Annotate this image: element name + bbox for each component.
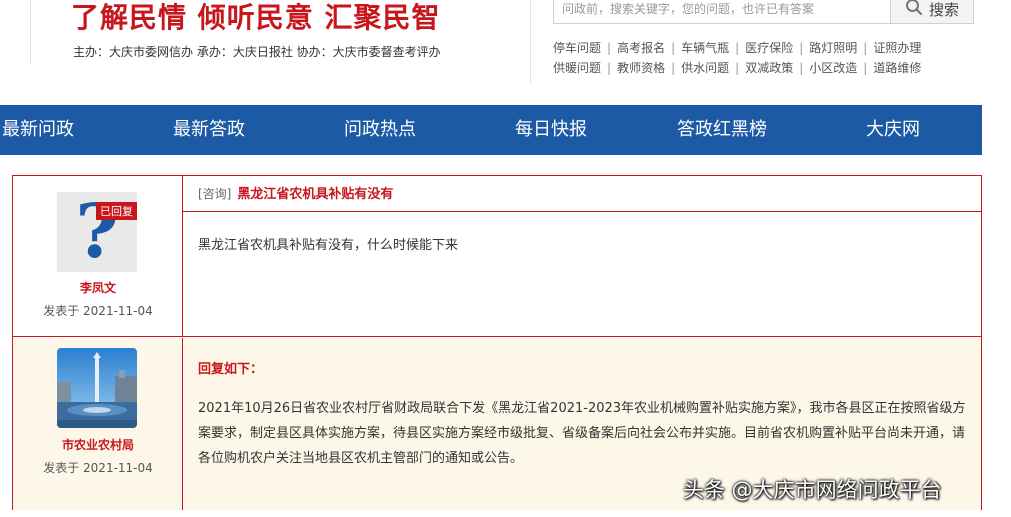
source-watermark: 头条 @大庆市网络问政平台	[683, 478, 942, 502]
qa-thread: ? 已回复 李凤文 发表于 2021-11-04 [咨询] 黑龙江省农机具补贴有没…	[12, 175, 982, 510]
header-search-area: 搜索 停车问题|高考报名|车辆气瓶|医疗保险|路灯照明|证照办理 供暖问题|教师…	[530, 0, 1000, 84]
reply-heading: 回复如下：	[198, 362, 264, 377]
hot-link[interactable]: 供暖问题	[553, 61, 601, 75]
hot-links-row-1: 停车问题 | 高考报名 | 车辆气瓶 | 医疗保险 | 路灯照明 | 证照办理	[553, 41, 922, 55]
site-slogan: 了解民情 倾听民意 汇聚民智	[71, 1, 441, 34]
header-brand: 了解民情 倾听民意 汇聚民智 主办：大庆市委网信办 承办：大庆日报社 协办：大庆…	[30, 0, 530, 64]
hot-link[interactable]: 道路维修	[873, 61, 921, 75]
search-input[interactable]	[554, 0, 890, 23]
question-title: 黑龙江省农机具补贴有没有	[237, 187, 394, 202]
question-title-bar: [咨询] 黑龙江省农机具补贴有没有	[183, 176, 981, 212]
hot-topic-links: 停车问题 | 高考报名 | 车辆气瓶 | 医疗保险 | 路灯照明 | 证照办理 供暖问题 | 教师资格 |…	[553, 38, 993, 78]
department-name[interactable]: 市农业农村局	[13, 436, 183, 453]
nav-hot-topics[interactable]: 问政热点	[344, 105, 416, 155]
reply-body: 2021年10月26日省农业农村厅省财政局联合下发《黑龙江省2021-2023年…	[198, 401, 966, 466]
department-panel: 市农业农村局 发表于 2021-11-04	[13, 338, 183, 510]
hot-link[interactable]: 高考报名	[617, 41, 665, 55]
asker-name[interactable]: 李凤文	[13, 279, 183, 296]
hot-link[interactable]: 医疗保险	[745, 41, 793, 55]
city-square-photo	[57, 348, 137, 428]
hot-link[interactable]: 小区改造	[809, 61, 857, 75]
asker-avatar[interactable]: ? 已回复	[57, 192, 137, 272]
question-row: ? 已回复 李凤文 发表于 2021-11-04 [咨询] 黑龙江省农机具补贴有没…	[13, 176, 981, 337]
nav-daily-report[interactable]: 每日快报	[515, 105, 587, 155]
hot-link[interactable]: 证照办理	[873, 41, 921, 55]
reply-date: 发表于 2021-11-04	[43, 461, 153, 475]
question-body: 黑龙江省农机具补贴有没有，什么时候能下来	[198, 238, 459, 253]
hot-link[interactable]: 双减政策	[745, 61, 793, 75]
search-box	[553, 0, 891, 24]
nav-latest-answers[interactable]: 最新答政	[173, 105, 245, 155]
sponsor-line: 主办：大庆市委网信办 承办：大庆日报社 协办：大庆市委督查考评办	[73, 45, 441, 59]
question-date: 发表于 2021-11-04	[43, 304, 153, 318]
department-avatar[interactable]	[57, 348, 137, 428]
hot-link[interactable]: 供水问题	[681, 61, 729, 75]
search-button[interactable]: 搜索	[891, 0, 974, 24]
nav-red-black-list[interactable]: 答政红黑榜	[677, 105, 767, 155]
nav-daqing-net[interactable]: 大庆网	[866, 105, 920, 155]
hot-link[interactable]: 停车问题	[553, 41, 601, 55]
hot-link[interactable]: 车辆气瓶	[681, 41, 729, 55]
magnifier-icon	[905, 0, 923, 20]
asker-panel: ? 已回复 李凤文 发表于 2021-11-04	[13, 176, 183, 336]
hot-links-row-2: 供暖问题 | 教师资格 | 供水问题 | 双减政策 | 小区改造 | 道路维修	[553, 61, 922, 75]
replied-badge: 已回复	[96, 202, 137, 220]
nav-latest-questions[interactable]: 最新问政	[2, 105, 74, 155]
hot-link[interactable]: 路灯照明	[809, 41, 857, 55]
main-nav: 最新问政 最新答政 问政热点 每日快报 答政红黑榜 大庆网	[0, 105, 982, 155]
hot-link[interactable]: 教师资格	[617, 61, 665, 75]
site-header: 了解民情 倾听民意 汇聚民智 主办：大庆市委网信办 承办：大庆日报社 协办：大庆…	[0, 0, 1011, 104]
search-button-label: 搜索	[928, 0, 959, 19]
question-category: [咨询]	[198, 187, 232, 201]
question-content: [咨询] 黑龙江省农机具补贴有没有 黑龙江省农机具补贴有没有，什么时候能下来	[183, 176, 981, 336]
